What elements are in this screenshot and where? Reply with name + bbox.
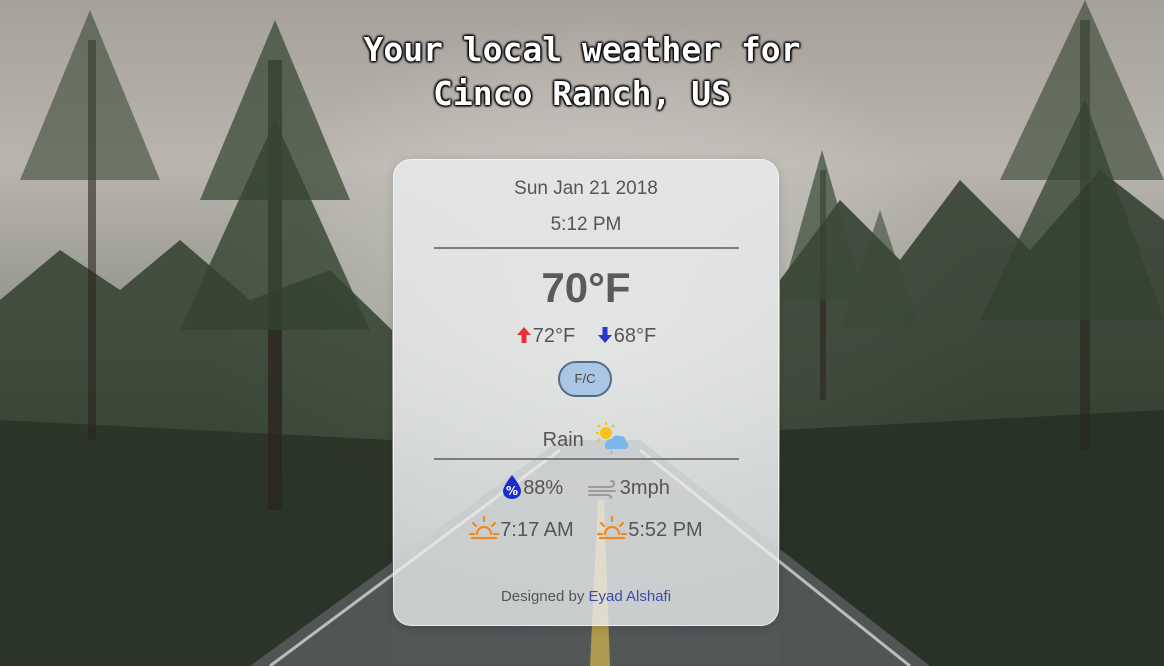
sunset-icon (597, 515, 628, 540)
sunset-value: 5:52 PM (628, 519, 703, 541)
svg-text:%: % (506, 484, 518, 498)
page-title-line1: Your local weather for (363, 30, 801, 69)
wind: 3mph (587, 477, 670, 500)
humidity-wind-row: % 88% 3mph (394, 474, 778, 500)
unit-toggle-button[interactable]: F/C (558, 361, 612, 397)
humidity: % 88% (502, 474, 563, 500)
wind-value: 3mph (619, 477, 670, 499)
weather-card: Sun Jan 21 2018 5:12 PM 70°F 72°F 68°F F… (393, 159, 779, 626)
condition-label: Rain (542, 429, 584, 451)
sun-times-row: 7:17 AM 5:52 PM (394, 514, 778, 542)
sunrise-icon (469, 515, 500, 540)
divider (434, 458, 739, 460)
page-title-location: Cinco Ranch, US (432, 74, 731, 113)
arrow-up-icon (516, 327, 531, 343)
arrow-down-icon (597, 327, 612, 343)
humidity-drop-icon: % (503, 475, 522, 499)
high-low-temperatures: 72°F 68°F (394, 325, 778, 348)
divider (434, 247, 739, 249)
sunrise-value: 7:17 AM (500, 519, 574, 541)
high-temperature-value: 72°F (532, 325, 576, 347)
page-title: Your local weather for Cinco Ranch, US (0, 28, 1164, 116)
high-temperature: 72°F (516, 325, 575, 348)
weather-condition: Rain (394, 422, 778, 454)
sunrise: 7:17 AM (469, 514, 574, 542)
low-temperature: 68°F (597, 325, 656, 348)
footer-credit: Designed by Eyad Alshafi (394, 588, 778, 605)
wind-icon (587, 480, 616, 499)
current-date: Sun Jan 21 2018 (514, 178, 658, 199)
footer-designed-by: Designed by (500, 588, 585, 605)
partly-cloudy-rain-icon (596, 422, 629, 454)
current-temperature: 70°F (541, 264, 631, 311)
current-time: 5:12 PM (550, 214, 622, 235)
author-link[interactable]: Eyad Alshafi (589, 588, 672, 605)
low-temperature-value: 68°F (613, 325, 657, 347)
sunset: 5:52 PM (597, 514, 703, 542)
humidity-value: 88% (523, 477, 564, 499)
